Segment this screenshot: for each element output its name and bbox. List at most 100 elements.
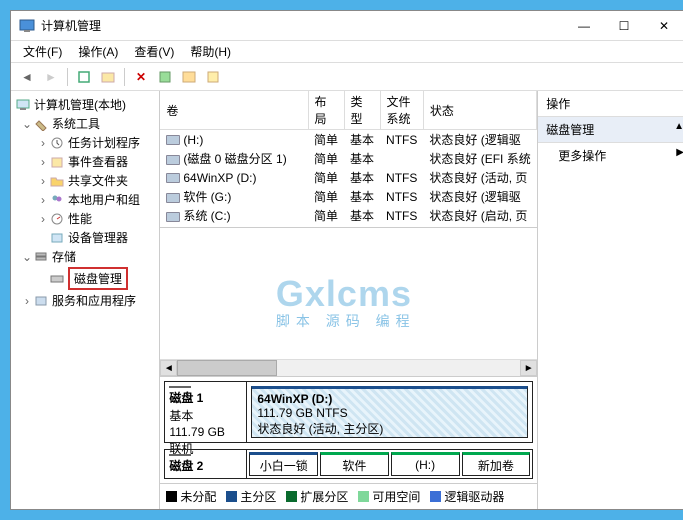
expand-icon[interactable]: ›	[21, 294, 33, 308]
clock-icon	[49, 135, 65, 151]
tree-shared[interactable]: › 共享文件夹	[11, 171, 159, 190]
expand-icon[interactable]: ›	[37, 174, 49, 188]
content-pane: 卷 布局 类型 文件系统 状态 (H:)简单基本NTFS状态良好 (逻辑驱(磁盘…	[160, 91, 538, 509]
volume-icon	[166, 173, 180, 183]
partition-d[interactable]: 64WinXP (D:) 111.79 GB NTFS 状态良好 (活动, 主分…	[251, 386, 528, 438]
tree-storage[interactable]: ⌄ 存储	[11, 247, 159, 266]
expand-icon[interactable]: ›	[37, 193, 49, 207]
tree-devmgr[interactable]: 设备管理器	[11, 228, 159, 247]
nav-tree: 计算机管理(本地) ⌄ 系统工具 › 任务计划程序 › 事件查看器 › 共享文件…	[11, 91, 160, 509]
disk-row-1[interactable]: 磁盘 1 基本 111.79 GB 联机 64WinXP (D:) 111.79…	[164, 381, 533, 443]
forward-button[interactable]: ►	[41, 67, 61, 87]
tree-perf[interactable]: › 性能	[11, 209, 159, 228]
tree-diskmgmt[interactable]: 磁盘管理	[11, 266, 159, 291]
table-row[interactable]: 软件 (G:)简单基本NTFS状态良好 (逻辑驱	[160, 187, 536, 206]
tree-users[interactable]: › 本地用户和组	[11, 190, 159, 209]
disk-row-2[interactable]: 磁盘 2 小白一锁 软件 (H:) 新加卷	[164, 449, 533, 479]
collapse-icon: ▲	[674, 121, 683, 138]
h-scrollbar[interactable]: ◄ ►	[160, 359, 537, 376]
table-row[interactable]: (磁盘 0 磁盘分区 1)简单基本状态良好 (EFI 系统	[160, 149, 536, 168]
disk-1-type: 基本	[169, 407, 242, 424]
collapse-icon[interactable]: ⌄	[21, 117, 33, 131]
refresh-button[interactable]	[74, 67, 94, 87]
table-row[interactable]: (H:)简单基本NTFS状态良好 (逻辑驱	[160, 130, 536, 150]
scroll-left[interactable]: ◄	[160, 360, 177, 376]
minimize-button[interactable]: —	[564, 12, 604, 40]
partition-d-size: 111.79 GB NTFS	[257, 406, 522, 420]
view-button[interactable]	[179, 67, 199, 87]
partition-d-name: 64WinXP (D:)	[257, 392, 522, 406]
folder-icon	[49, 173, 65, 189]
tree-systools[interactable]: ⌄ 系统工具	[11, 114, 159, 133]
expand-icon[interactable]: ›	[37, 212, 49, 226]
tree-root-label: 计算机管理(本地)	[34, 96, 126, 113]
tree-perf-label: 性能	[68, 210, 92, 227]
partition-g[interactable]: 软件	[320, 452, 389, 476]
volume-icon	[166, 135, 180, 145]
volume-icon	[166, 212, 180, 222]
actions-more[interactable]: 更多操作 ▶	[538, 143, 683, 168]
disk-icon	[169, 386, 191, 388]
options-button[interactable]	[203, 67, 223, 87]
computer-icon	[15, 97, 31, 113]
legend-primary: 主分区	[226, 488, 276, 505]
legend-logical: 逻辑驱动器	[430, 488, 504, 505]
col-type[interactable]: 类型	[344, 91, 380, 130]
back-button[interactable]: ◄	[17, 67, 37, 87]
close-button[interactable]: ✕	[644, 12, 683, 40]
partition-i[interactable]: 新加卷	[462, 452, 531, 476]
empty-area: Gxlcms 脚本 源码 编程 ◄ ►	[160, 228, 537, 377]
maximize-button[interactable]: ☐	[604, 12, 644, 40]
scroll-thumb[interactable]	[177, 360, 277, 376]
tree-eventviewer[interactable]: › 事件查看器	[11, 152, 159, 171]
actions-pane: 操作 磁盘管理 ▲ 更多操作 ▶	[538, 91, 683, 509]
col-volume[interactable]: 卷	[160, 91, 308, 130]
menu-file[interactable]: 文件(F)	[17, 41, 68, 62]
tree-systools-label: 系统工具	[52, 115, 100, 132]
table-row[interactable]: 64WinXP (D:)简单基本NTFS状态良好 (活动, 页	[160, 168, 536, 187]
legend-extended: 扩展分区	[286, 488, 348, 505]
settings-button[interactable]	[155, 67, 175, 87]
disk-2-partitions: 小白一锁 软件 (H:) 新加卷	[247, 450, 532, 478]
partition-h[interactable]: (H:)	[391, 452, 460, 476]
volume-table: 卷 布局 类型 文件系统 状态 (H:)简单基本NTFS状态良好 (逻辑驱(磁盘…	[160, 91, 537, 228]
tree-scheduler-label: 任务计划程序	[68, 134, 140, 151]
disk-1-header: 磁盘 1 基本 111.79 GB 联机	[165, 382, 247, 442]
event-icon	[49, 154, 65, 170]
col-status[interactable]: 状态	[423, 91, 536, 130]
storage-icon	[33, 249, 49, 265]
tree-users-label: 本地用户和组	[68, 191, 140, 208]
body: 计算机管理(本地) ⌄ 系统工具 › 任务计划程序 › 事件查看器 › 共享文件…	[11, 91, 683, 509]
properties-button[interactable]	[98, 67, 118, 87]
delete-button[interactable]: ✕	[131, 67, 151, 87]
tree-root[interactable]: 计算机管理(本地)	[11, 95, 159, 114]
disk-1-name: 磁盘 1	[169, 389, 242, 406]
expand-icon[interactable]: ›	[37, 155, 49, 169]
scroll-right[interactable]: ►	[520, 360, 537, 376]
tree-services[interactable]: › 服务和应用程序	[11, 291, 159, 310]
menu-help[interactable]: 帮助(H)	[184, 41, 237, 62]
perf-icon	[49, 211, 65, 227]
partition-e[interactable]: 小白一锁	[249, 452, 318, 476]
legend-unallocated: 未分配	[166, 488, 216, 505]
app-icon	[19, 18, 35, 34]
expand-icon[interactable]: ›	[37, 136, 49, 150]
menu-action[interactable]: 操作(A)	[72, 41, 124, 62]
menu-view[interactable]: 查看(V)	[128, 41, 180, 62]
watermark-tagline: 脚本 源码 编程	[276, 311, 422, 331]
volume-icon	[166, 155, 180, 165]
tools-icon	[33, 116, 49, 132]
collapse-icon[interactable]: ⌄	[21, 250, 33, 264]
partition-d-status: 状态良好 (活动, 主分区)	[257, 420, 522, 437]
computer-management-window: 计算机管理 — ☐ ✕ 文件(F) 操作(A) 查看(V) 帮助(H) ◄ ► …	[10, 10, 683, 510]
col-layout[interactable]: 布局	[308, 91, 344, 130]
col-fs[interactable]: 文件系统	[380, 91, 423, 130]
disk-map: 磁盘 1 基本 111.79 GB 联机 64WinXP (D:) 111.79…	[160, 377, 537, 483]
device-icon	[49, 230, 65, 246]
actions-header: 操作	[538, 91, 683, 117]
tree-scheduler[interactable]: › 任务计划程序	[11, 133, 159, 152]
table-row[interactable]: 系统 (C:)简单基本NTFS状态良好 (启动, 页	[160, 206, 536, 225]
volume-list: 卷 布局 类型 文件系统 状态 (H:)简单基本NTFS状态良好 (逻辑驱(磁盘…	[160, 91, 537, 228]
actions-section[interactable]: 磁盘管理 ▲	[538, 117, 683, 143]
watermark-logo: Gxlcms	[276, 273, 422, 315]
